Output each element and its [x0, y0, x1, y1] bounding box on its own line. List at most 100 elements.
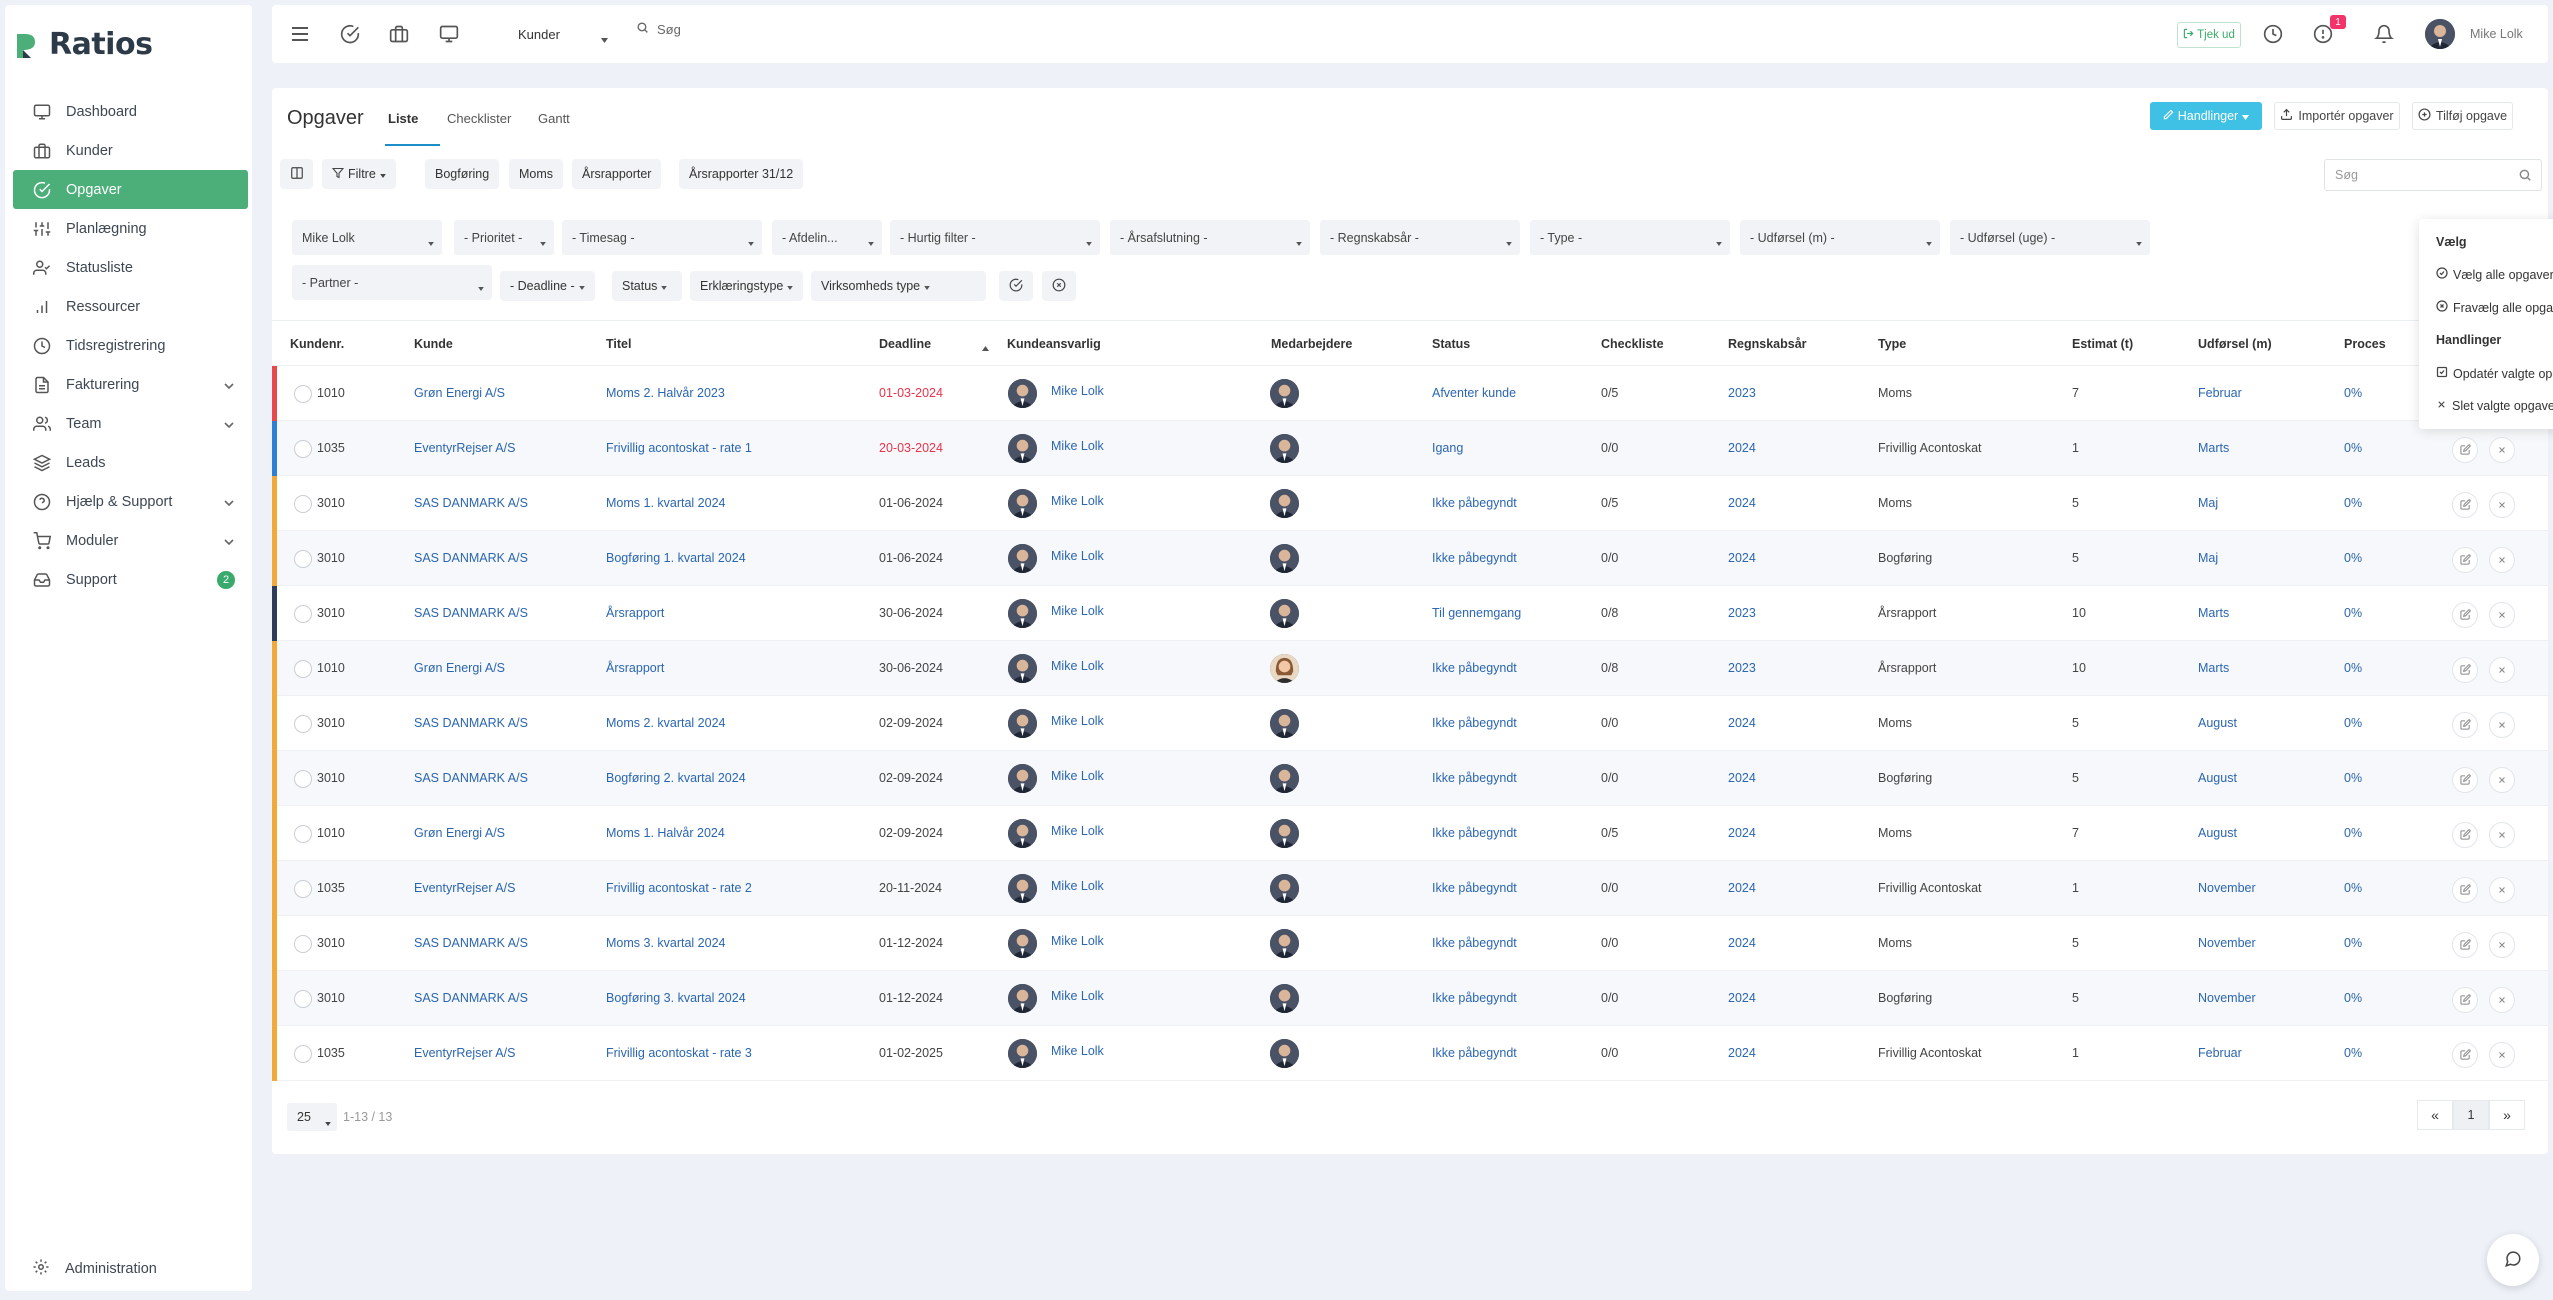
edit-task-button[interactable]: [2452, 492, 2478, 518]
filter-select-0[interactable]: Mike Lolk: [292, 220, 442, 255]
cell-proces-link[interactable]: 0%: [2344, 551, 2362, 565]
filter-select-row2-2[interactable]: Status: [612, 271, 682, 301]
edit-task-button[interactable]: [2452, 822, 2478, 848]
cell-titel-link[interactable]: Moms 2. kvartal 2024: [606, 716, 726, 730]
cell-udforsel-link[interactable]: Maj: [2198, 496, 2218, 510]
context-select[interactable]: Kunder: [508, 19, 616, 49]
cell-regnskabsar-link[interactable]: 2024: [1728, 991, 1756, 1005]
col-checkliste[interactable]: Checkliste: [1601, 337, 1664, 351]
cell-ansvarlig-link[interactable]: Mike Lolk: [1051, 824, 1104, 838]
edit-task-button[interactable]: [2452, 1042, 2478, 1068]
col-type[interactable]: Type: [1878, 337, 1906, 351]
avatar[interactable]: [1270, 984, 1299, 1013]
cell-regnskabsar-link[interactable]: 2024: [1728, 496, 1756, 510]
avatar[interactable]: [1270, 819, 1299, 848]
cell-regnskabsar-link[interactable]: 2023: [1728, 661, 1756, 675]
delete-task-button[interactable]: [2489, 437, 2515, 463]
row-select-radio[interactable]: [294, 715, 312, 733]
col-deadline[interactable]: Deadline: [879, 337, 931, 351]
cell-regnskabsar-link[interactable]: 2024: [1728, 551, 1756, 565]
edit-task-button[interactable]: [2452, 987, 2478, 1013]
edit-task-button[interactable]: [2452, 932, 2478, 958]
cell-status-link[interactable]: Til gennemgang: [1432, 606, 1521, 620]
delete-task-button[interactable]: [2489, 932, 2515, 958]
cell-udforsel-link[interactable]: Marts: [2198, 661, 2229, 675]
col-medarbejdere[interactable]: Medarbejdere: [1271, 337, 1352, 351]
edit-task-button[interactable]: [2452, 767, 2478, 793]
cell-proces-link[interactable]: 0%: [2344, 826, 2362, 840]
cell-ansvarlig-link[interactable]: Mike Lolk: [1051, 1044, 1104, 1058]
col-status[interactable]: Status: [1432, 337, 1470, 351]
filter-select-row2-3[interactable]: Erklæringstype: [690, 271, 803, 301]
cell-ansvarlig-link[interactable]: Mike Lolk: [1051, 989, 1104, 1003]
cell-status-link[interactable]: Ikke påbegyndt: [1432, 716, 1517, 730]
checkout-button[interactable]: Tjek ud: [2177, 22, 2241, 48]
cell-proces-link[interactable]: 0%: [2344, 881, 2362, 895]
cell-udforsel-link[interactable]: November: [2198, 936, 2256, 950]
cell-udforsel-link[interactable]: Marts: [2198, 441, 2229, 455]
cell-titel-link[interactable]: Frivillig acontoskat - rate 3: [606, 1046, 752, 1060]
cell-ansvarlig-link[interactable]: Mike Lolk: [1051, 384, 1104, 398]
global-search[interactable]: Søg: [636, 21, 681, 37]
edit-task-button[interactable]: [2452, 877, 2478, 903]
cell-titel-link[interactable]: Moms 1. Halvår 2024: [606, 826, 725, 840]
cell-ansvarlig-link[interactable]: Mike Lolk: [1051, 934, 1104, 948]
monitor-icon[interactable]: [438, 23, 460, 45]
tab-checklister[interactable]: Checklister: [447, 111, 511, 126]
col-udforsel[interactable]: Udførsel (m): [2198, 337, 2272, 351]
cell-status-link[interactable]: Ikke påbegyndt: [1432, 936, 1517, 950]
avatar[interactable]: [1270, 874, 1299, 903]
tab-gantt[interactable]: Gantt: [538, 111, 570, 126]
tab-liste[interactable]: Liste: [388, 111, 418, 126]
col-estimat[interactable]: Estimat (t): [2072, 337, 2133, 351]
cell-kunde-link[interactable]: EventyrRejser A/S: [414, 1046, 515, 1060]
delete-task-button[interactable]: [2489, 767, 2515, 793]
cell-ansvarlig-link[interactable]: Mike Lolk: [1051, 494, 1104, 508]
cell-titel-link[interactable]: Moms 3. kvartal 2024: [606, 936, 726, 950]
cell-titel-link[interactable]: Moms 2. Halvår 2023: [606, 386, 725, 400]
cell-titel-link[interactable]: Årsrapport: [606, 606, 664, 620]
table-row[interactable]: 1010 Grøn Energi A/S Moms 2. Halvår 2023 01…: [272, 366, 2548, 421]
avatar[interactable]: [1270, 1039, 1299, 1068]
cell-status-link[interactable]: Ikke påbegyndt: [1432, 661, 1517, 675]
row-select-radio[interactable]: [294, 990, 312, 1008]
cell-udforsel-link[interactable]: Februar: [2198, 1046, 2242, 1060]
filter-select-3[interactable]: - Afdelin...: [772, 220, 882, 255]
sidebar-item-kunder[interactable]: Kunder: [13, 131, 248, 170]
cell-kunde-link[interactable]: SAS DANMARK A/S: [414, 716, 528, 730]
filter-select-row2-1[interactable]: - Deadline -: [500, 271, 595, 301]
cell-proces-link[interactable]: 0%: [2344, 661, 2362, 675]
cell-status-link[interactable]: Ikke påbegyndt: [1432, 771, 1517, 785]
filter-select-7[interactable]: - Type -: [1530, 220, 1730, 255]
cell-ansvarlig-link[interactable]: Mike Lolk: [1051, 604, 1104, 618]
avatar[interactable]: [1270, 764, 1299, 793]
cell-kunde-link[interactable]: SAS DANMARK A/S: [414, 936, 528, 950]
cell-status-link[interactable]: Ikke påbegyndt: [1432, 991, 1517, 1005]
cell-kunde-link[interactable]: EventyrRejser A/S: [414, 441, 515, 455]
edit-task-button[interactable]: [2452, 602, 2478, 628]
col-kundenr[interactable]: Kundenr.: [290, 337, 344, 351]
sidebar-item-administration[interactable]: Administration: [32, 1258, 157, 1280]
briefcase-icon[interactable]: [388, 23, 410, 45]
cell-titel-link[interactable]: Årsrapport: [606, 661, 664, 675]
cell-status-link[interactable]: Afventer kunde: [1432, 386, 1516, 400]
cell-kunde-link[interactable]: SAS DANMARK A/S: [414, 606, 528, 620]
sidebar-item-planlægning[interactable]: Planlægning: [13, 209, 248, 248]
delete-task-button[interactable]: [2489, 602, 2515, 628]
task-search-input[interactable]: Søg: [2324, 159, 2542, 191]
last-page-button[interactable]: »: [2489, 1100, 2525, 1130]
cell-proces-link[interactable]: 0%: [2344, 1046, 2362, 1060]
sidebar-item-hjælp-support[interactable]: Hjælp & Support: [13, 482, 248, 521]
row-select-radio[interactable]: [294, 660, 312, 678]
cell-kunde-link[interactable]: SAS DANMARK A/S: [414, 551, 528, 565]
cell-status-link[interactable]: Ikke påbegyndt: [1432, 496, 1517, 510]
sidebar-item-statusliste[interactable]: Statusliste: [13, 248, 248, 287]
cell-udforsel-link[interactable]: Maj: [2198, 551, 2218, 565]
cell-udforsel-link[interactable]: Februar: [2198, 386, 2242, 400]
avatar[interactable]: [1270, 709, 1299, 738]
row-select-radio[interactable]: [294, 550, 312, 568]
row-select-radio[interactable]: [294, 935, 312, 953]
filter-toggle-button[interactable]: Filtre: [322, 159, 396, 189]
delete-task-button[interactable]: [2489, 987, 2515, 1013]
select-all-tasks-item[interactable]: Vælg alle opgaver: [2436, 267, 2553, 282]
